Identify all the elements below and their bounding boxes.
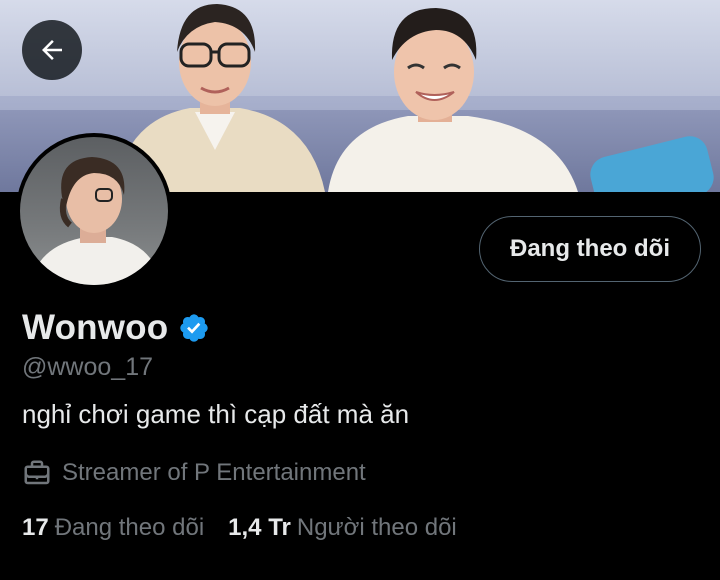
followers-label: Người theo dõi — [296, 514, 457, 541]
briefcase-icon — [24, 460, 50, 485]
followers-count: 1,4 Tr — [228, 514, 291, 541]
user-handle: @wwoo_17 — [22, 353, 154, 381]
profile-avatar[interactable] — [16, 133, 172, 289]
avatar-person — [30, 157, 162, 285]
following-count: 17 — [22, 514, 49, 541]
profile-category: Streamer of P Entertainment — [22, 456, 366, 490]
follow-stats: 17 Đang theo dõi 1,4 Tr Người theo dõi — [22, 511, 457, 545]
banner-person-right — [328, 8, 578, 192]
arrow-left-icon — [42, 40, 62, 60]
display-name-row: Wonwoo — [22, 305, 210, 351]
following-count-link[interactable]: 17 Đang theo dõi — [22, 514, 204, 542]
avatar-image — [20, 137, 168, 285]
profile-bio: nghỉ chơi game thì cạp đất mà ăn — [22, 399, 410, 429]
back-button[interactable] — [22, 20, 82, 80]
display-name: Wonwoo — [22, 308, 169, 347]
followers-count-link[interactable]: 1,4 Tr Người theo dõi — [228, 514, 457, 542]
category-label: Streamer of P Entertainment — [62, 459, 366, 486]
following-label: Đang theo dõi — [54, 514, 205, 541]
following-button[interactable]: Đang theo dõi — [479, 216, 701, 282]
verified-badge-icon[interactable] — [178, 312, 210, 344]
